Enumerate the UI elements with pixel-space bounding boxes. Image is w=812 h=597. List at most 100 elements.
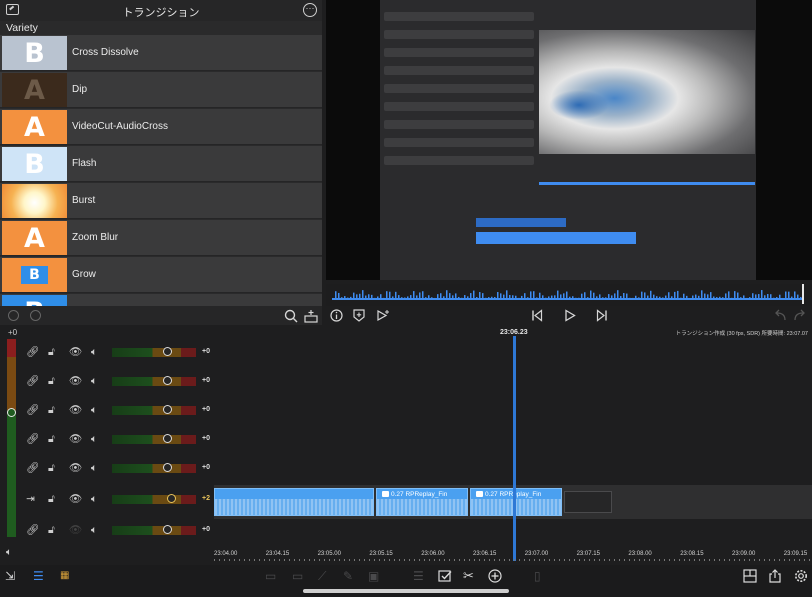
lock-icon[interactable]: 🔓︎ xyxy=(48,523,55,537)
layout-waveform-icon[interactable]: ▦ xyxy=(60,569,69,583)
track-volume-knob[interactable] xyxy=(162,347,172,356)
lock-icon[interactable]: 🔓︎ xyxy=(48,492,55,506)
play-icon[interactable] xyxy=(564,309,576,322)
link-icon[interactable]: ⇥ xyxy=(26,492,35,506)
track-volume-knob[interactable] xyxy=(162,434,172,443)
playhead[interactable] xyxy=(513,336,516,561)
track-volume-meter[interactable] xyxy=(112,464,196,473)
layout-icon[interactable] xyxy=(743,569,757,583)
scissors-icon[interactable]: ✂ xyxy=(463,569,474,583)
speaker-icon[interactable]: 🔈︎ xyxy=(91,523,97,537)
visibility-icon[interactable]: 👁︎ xyxy=(69,461,82,475)
transition-item[interactable]: A Dip xyxy=(0,72,322,108)
transition-item[interactable]: B Cross Dissolve xyxy=(0,35,322,71)
track-volume-meter[interactable] xyxy=(112,495,196,504)
transition-item[interactable]: B xyxy=(0,294,322,306)
master-level-meter xyxy=(7,339,16,537)
marker-icon[interactable] xyxy=(353,309,365,322)
link-icon[interactable]: 🔗︎ xyxy=(26,461,39,475)
transition-item[interactable]: B Flash xyxy=(0,146,322,182)
ruler-label: 23:08.15 xyxy=(680,551,704,557)
audio-clip[interactable]: 0.27 RPReplay_Fin xyxy=(376,488,468,516)
play-options-icon[interactable] xyxy=(376,309,390,322)
import-icon[interactable]: ⇲ xyxy=(5,569,15,583)
settings-icon[interactable] xyxy=(794,569,808,583)
transition-item[interactable]: A Zoom Blur xyxy=(0,220,322,256)
preview-viewer[interactable] xyxy=(326,0,812,280)
track-volume-meter[interactable] xyxy=(112,348,196,357)
lock-icon[interactable]: 🔓︎ xyxy=(48,403,55,417)
audio-clip[interactable]: 0.27 RPReplay_Fin xyxy=(470,488,562,516)
audio-scrubber[interactable] xyxy=(326,284,812,306)
speaker-icon[interactable]: 🔈︎ xyxy=(91,492,97,506)
multi-select-icon: ☰ xyxy=(413,569,424,583)
project-info: トランジション作成 (30 fps, SDR) 所要時間: 23:07.07 xyxy=(675,331,808,337)
layout-list-icon[interactable]: ☰ xyxy=(33,569,44,583)
transition-list[interactable]: B Cross Dissolve A Dip A VideoCut-AudioCross B… xyxy=(0,35,322,306)
time-ruler[interactable]: 23:04.00 23:04.15 23:05.00 23:05.15 23:06.00… xyxy=(214,547,812,565)
select-checkbox-icon[interactable] xyxy=(438,569,452,583)
track-row[interactable]: ⇥ 🔓︎ 👁︎ 🔈︎ +2 xyxy=(26,491,214,507)
transition-label: Burst xyxy=(72,195,96,206)
thumbnail-letter: B xyxy=(21,266,48,284)
transition-label: Dip xyxy=(72,84,88,95)
thumbnail-letter: B xyxy=(24,297,45,307)
add-icon[interactable] xyxy=(488,569,502,583)
track-row[interactable]: 🔗︎ 🔓︎ 👁︎ 🔈︎ +0 xyxy=(26,344,214,360)
redo-icon[interactable] xyxy=(793,309,807,322)
track-row[interactable]: 🔗︎ 🔓︎ 👁︎ 🔈︎ +0 xyxy=(26,431,214,447)
track-row[interactable]: 🔗︎ 🔓︎ 👁︎ 🔈︎ +0 xyxy=(26,522,214,538)
track-volume-meter[interactable] xyxy=(112,435,196,444)
track-row[interactable]: 🔗︎ 🔓︎ 👁︎ 🔈︎ +0 xyxy=(26,402,214,418)
visibility-icon[interactable]: 👁︎ xyxy=(69,345,82,359)
track-row[interactable]: 🔗︎ 🔓︎ 👁︎ 🔈︎ +0 xyxy=(26,373,214,389)
lock-icon[interactable]: 🔓︎ xyxy=(48,432,55,446)
visibility-icon[interactable]: 👁︎ xyxy=(69,523,82,537)
link-icon[interactable]: 🔗︎ xyxy=(26,374,39,388)
info-icon[interactable] xyxy=(330,309,343,322)
clip-waveform xyxy=(377,499,467,515)
undo-icon[interactable] xyxy=(773,309,787,322)
visibility-icon[interactable]: 👁︎ xyxy=(69,432,82,446)
transition-item[interactable]: A VideoCut-AudioCross xyxy=(0,109,322,145)
speaker-icon[interactable]: 🔈︎ xyxy=(91,461,97,475)
audio-clip[interactable] xyxy=(214,488,374,516)
track-volume-meter[interactable] xyxy=(112,406,196,415)
track-volume-knob[interactable] xyxy=(162,376,172,385)
share-icon[interactable] xyxy=(768,569,782,583)
search-icon[interactable] xyxy=(284,309,298,323)
transition-thumbnail: B xyxy=(2,295,67,306)
master-volume-knob[interactable] xyxy=(7,408,16,417)
add-to-timeline-icon[interactable] xyxy=(304,309,318,323)
skip-forward-icon[interactable] xyxy=(596,309,608,322)
link-icon[interactable]: 🔗︎ xyxy=(26,345,39,359)
scrubber-playhead[interactable] xyxy=(802,284,804,304)
link-icon[interactable]: 🔗︎ xyxy=(26,523,39,537)
visibility-icon[interactable]: 👁︎ xyxy=(69,374,82,388)
lock-icon[interactable]: 🔓︎ xyxy=(48,345,55,359)
visibility-icon[interactable]: 👁︎ xyxy=(69,403,82,417)
speaker-icon[interactable]: 🔈︎ xyxy=(91,432,97,446)
lock-icon[interactable]: 🔓︎ xyxy=(48,374,55,388)
track-volume-meter[interactable] xyxy=(112,526,196,535)
transition-item[interactable]: B Grow xyxy=(0,257,322,293)
timeline[interactable]: 23:06.23 トランジション作成 (30 fps, SDR) 所要時間: 2… xyxy=(214,325,812,565)
track-volume-knob[interactable] xyxy=(162,525,172,534)
lock-icon[interactable]: 🔓︎ xyxy=(48,461,55,475)
transition-item[interactable]: Burst xyxy=(0,183,322,219)
visibility-icon[interactable]: 👁︎ xyxy=(69,492,82,506)
speaker-icon[interactable]: 🔈︎ xyxy=(91,374,97,388)
speaker-icon[interactable]: 🔈︎ xyxy=(91,403,97,417)
track-volume-knob[interactable] xyxy=(162,405,172,414)
track-volume-knob[interactable] xyxy=(166,494,176,503)
track-volume-meter[interactable] xyxy=(112,377,196,386)
clip-label: 0.27 RPReplay_Fin xyxy=(382,491,447,498)
more-options-icon[interactable]: ··· xyxy=(303,3,317,17)
track-volume-knob[interactable] xyxy=(162,463,172,472)
link-icon[interactable]: 🔗︎ xyxy=(26,403,39,417)
speaker-icon[interactable]: 🔈︎ xyxy=(6,547,12,558)
link-icon[interactable]: 🔗︎ xyxy=(26,432,39,446)
track-row[interactable]: 🔗︎ 🔓︎ 👁︎ 🔈︎ +0 xyxy=(26,460,214,476)
speaker-icon[interactable]: 🔈︎ xyxy=(91,345,97,359)
skip-back-icon[interactable] xyxy=(531,309,543,322)
